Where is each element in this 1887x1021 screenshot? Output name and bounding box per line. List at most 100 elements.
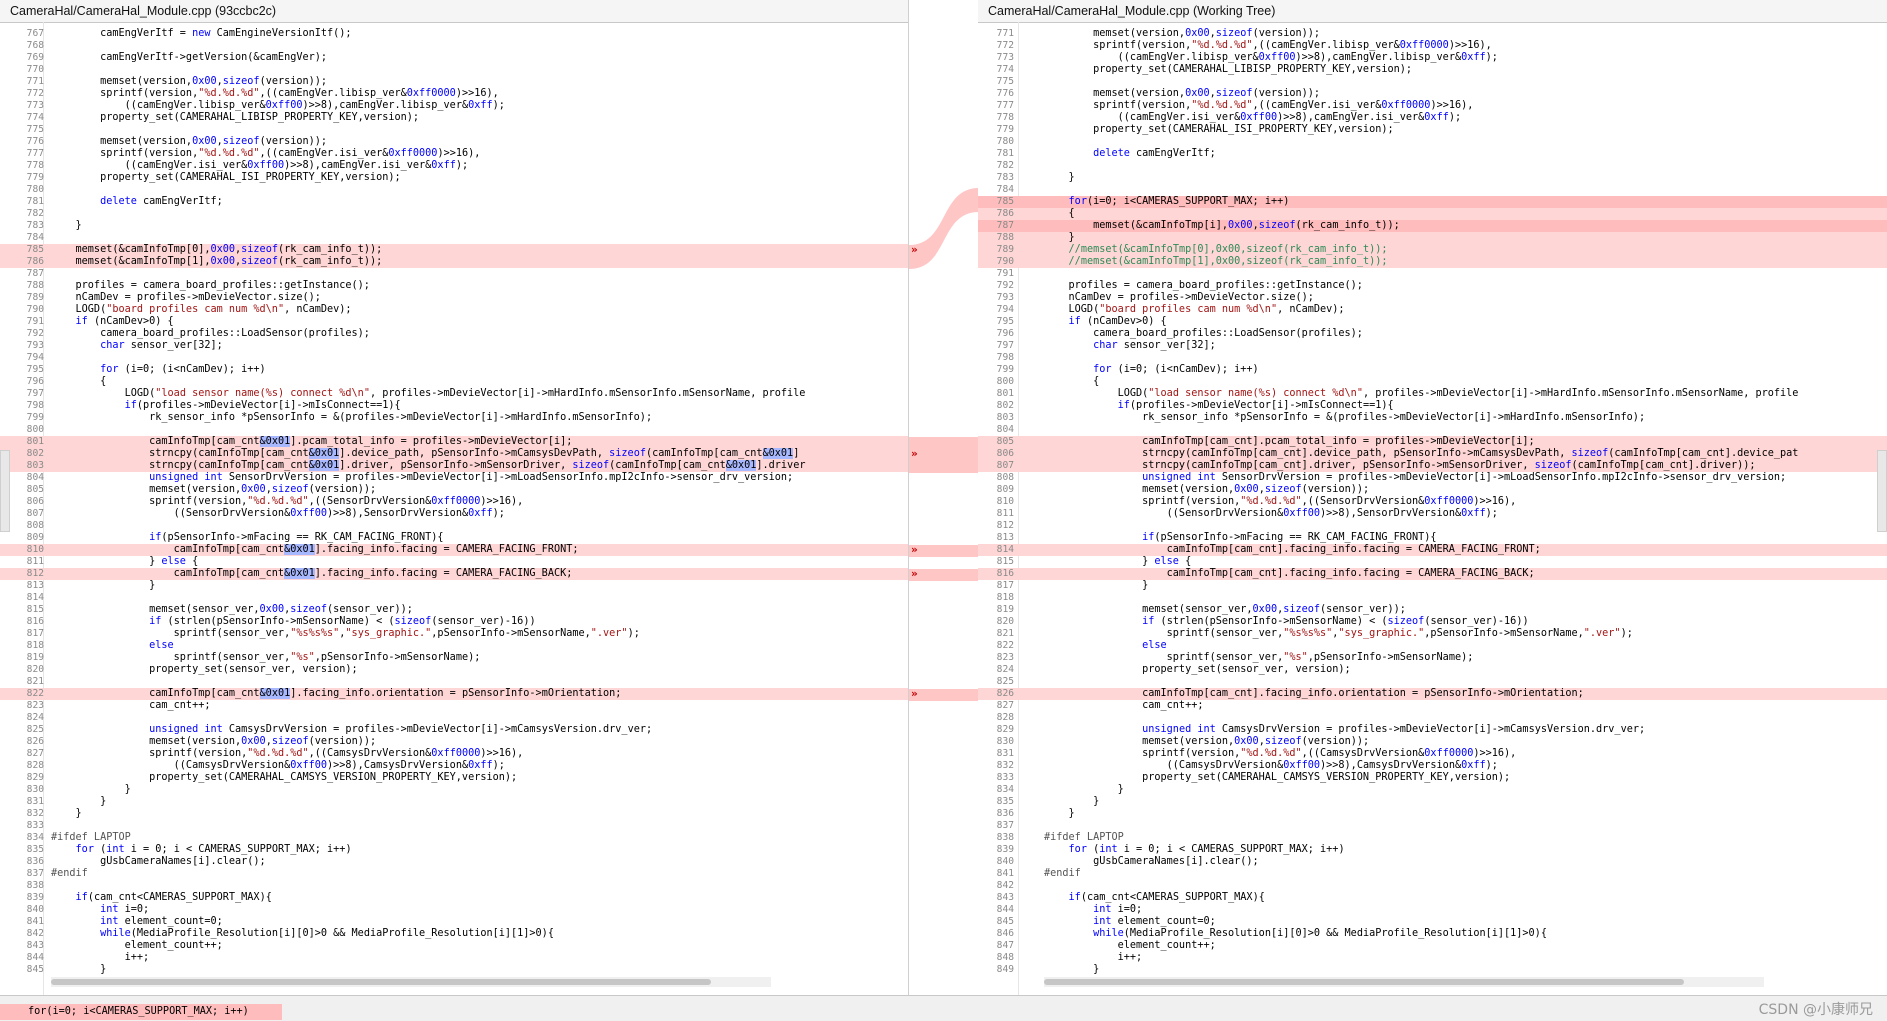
code-line[interactable]: 802 strncpy(camInfoTmp[cam_cnt&0x01].dev… bbox=[0, 448, 908, 460]
code-line[interactable]: 828 bbox=[978, 712, 1887, 724]
code-line[interactable]: 786 { bbox=[978, 208, 1887, 220]
code-line[interactable]: 825 unsigned int CamsysDrvVersion = prof… bbox=[0, 724, 908, 736]
merge-arrow-icon[interactable]: » bbox=[911, 688, 925, 700]
code-line[interactable]: 839 if(cam_cnt<CAMERAS_SUPPORT_MAX){ bbox=[0, 892, 908, 904]
code-line[interactable]: 803 rk_sensor_info *pSensorInfo = &(prof… bbox=[978, 412, 1887, 424]
code-line[interactable]: 801 camInfoTmp[cam_cnt&0x01].pcam_total_… bbox=[0, 436, 908, 448]
code-line[interactable]: 768 bbox=[0, 40, 908, 52]
code-line[interactable]: 823 sprintf(sensor_ver,"%s",pSensorInfo-… bbox=[978, 652, 1887, 664]
code-line[interactable]: 791 bbox=[978, 268, 1887, 280]
code-line[interactable]: 807 strncpy(camInfoTmp[cam_cnt].driver, … bbox=[978, 460, 1887, 472]
code-line[interactable]: 803 strncpy(camInfoTmp[cam_cnt&0x01].dri… bbox=[0, 460, 908, 472]
code-line[interactable]: 798 if(profiles->mDevieVector[i]->mIsCon… bbox=[0, 400, 908, 412]
code-line[interactable]: 812 camInfoTmp[cam_cnt&0x01].facing_info… bbox=[0, 568, 908, 580]
code-line[interactable]: 822 camInfoTmp[cam_cnt&0x01].facing_info… bbox=[0, 688, 908, 700]
code-line[interactable]: 813 if(pSensorInfo->mFacing == RK_CAM_FA… bbox=[978, 532, 1887, 544]
code-line[interactable]: 797 LOGD("load sensor name(%s) connect %… bbox=[0, 388, 908, 400]
code-line[interactable]: 801 LOGD("load sensor name(%s) connect %… bbox=[978, 388, 1887, 400]
code-line[interactable]: 804 bbox=[978, 424, 1887, 436]
right-overview-strip[interactable] bbox=[1877, 450, 1887, 532]
code-line[interactable]: 771 memset(version,0x00,sizeof(version))… bbox=[978, 28, 1887, 40]
code-line[interactable]: 800 bbox=[0, 424, 908, 436]
right-horizontal-scrollbar[interactable] bbox=[1044, 977, 1764, 987]
code-line[interactable]: 770 bbox=[0, 64, 908, 76]
code-line[interactable]: 784 bbox=[978, 184, 1887, 196]
code-line[interactable]: 778 ((camEngVer.isi_ver&0xff00)>>8),camE… bbox=[978, 112, 1887, 124]
code-line[interactable]: 836 } bbox=[978, 808, 1887, 820]
code-line[interactable]: 811 ((SensorDrvVersion&0xff00)>>8),Senso… bbox=[978, 508, 1887, 520]
left-pane[interactable]: CameraHal/CameraHal_Module.cpp (93ccbc2c… bbox=[0, 0, 908, 995]
code-line[interactable]: 836 gUsbCameraNames[i].clear(); bbox=[0, 856, 908, 868]
code-line[interactable]: 790 LOGD("board profiles cam num %d\n", … bbox=[0, 304, 908, 316]
code-line[interactable]: 776 memset(version,0x00,sizeof(version))… bbox=[0, 136, 908, 148]
code-line[interactable]: 835 for (int i = 0; i < CAMERAS_SUPPORT_… bbox=[0, 844, 908, 856]
code-line[interactable]: 809 if(pSensorInfo->mFacing == RK_CAM_FA… bbox=[0, 532, 908, 544]
code-line[interactable]: 808 unsigned int SensorDrvVersion = prof… bbox=[978, 472, 1887, 484]
code-line[interactable]: 849 } bbox=[978, 964, 1887, 976]
code-line[interactable]: 842 while(MediaProfile_Resolution[i][0]>… bbox=[0, 928, 908, 940]
code-line[interactable]: 796 camera_board_profiles::LoadSensor(pr… bbox=[978, 328, 1887, 340]
code-line[interactable]: 794 bbox=[0, 352, 908, 364]
code-line[interactable]: 840 int i=0; bbox=[0, 904, 908, 916]
code-line[interactable]: 833 property_set(CAMERAHAL_CAMSYS_VERSIO… bbox=[978, 772, 1887, 784]
code-line[interactable]: 834 } bbox=[978, 784, 1887, 796]
code-line[interactable]: 774 property_set(CAMERAHAL_LIBISP_PROPER… bbox=[0, 112, 908, 124]
right-pane[interactable]: CameraHal/CameraHal_Module.cpp (Working … bbox=[978, 0, 1887, 995]
merge-arrow-icon[interactable]: » bbox=[911, 448, 925, 460]
code-line[interactable]: 832 } bbox=[0, 808, 908, 820]
code-line[interactable]: 814 camInfoTmp[cam_cnt].facing_info.faci… bbox=[978, 544, 1887, 556]
code-line[interactable]: 791 if (nCamDev>0) { bbox=[0, 316, 908, 328]
code-line[interactable]: 838 bbox=[0, 880, 908, 892]
right-scroll-thumb[interactable] bbox=[1044, 979, 1684, 985]
code-line[interactable]: 838 #ifdef LAPTOP bbox=[978, 832, 1887, 844]
code-line[interactable]: 792 camera_board_profiles::LoadSensor(pr… bbox=[0, 328, 908, 340]
code-line[interactable]: 777 sprintf(version,"%d.%d.%d",((camEngV… bbox=[0, 148, 908, 160]
code-line[interactable]: 816 if (strlen(pSensorInfo->mSensorName)… bbox=[0, 616, 908, 628]
left-code-area[interactable]: 767 camEngVerItf = new CamEngineVersionI… bbox=[0, 28, 908, 976]
code-line[interactable]: 823 cam_cnt++; bbox=[0, 700, 908, 712]
code-line[interactable]: 829 property_set(CAMERAHAL_CAMSYS_VERSIO… bbox=[0, 772, 908, 784]
code-line[interactable]: 796 { bbox=[0, 376, 908, 388]
code-line[interactable]: 792 profiles = camera_board_profiles::ge… bbox=[978, 280, 1887, 292]
code-line[interactable]: 782 bbox=[978, 160, 1887, 172]
code-line[interactable]: 822 else bbox=[978, 640, 1887, 652]
code-line[interactable]: 818 bbox=[978, 592, 1887, 604]
code-line[interactable]: 826 camInfoTmp[cam_cnt].facing_info.orie… bbox=[978, 688, 1887, 700]
code-line[interactable]: 805 camInfoTmp[cam_cnt].pcam_total_info … bbox=[978, 436, 1887, 448]
code-line[interactable]: 819 memset(sensor_ver,0x00,sizeof(sensor… bbox=[978, 604, 1887, 616]
merge-arrow-icon[interactable]: » bbox=[911, 568, 925, 580]
code-line[interactable]: 814 bbox=[0, 592, 908, 604]
code-line[interactable]: 841 #endif bbox=[978, 868, 1887, 880]
code-line[interactable]: 825 bbox=[978, 676, 1887, 688]
code-line[interactable]: 776 memset(version,0x00,sizeof(version))… bbox=[978, 88, 1887, 100]
code-line[interactable]: 837 #endif bbox=[0, 868, 908, 880]
code-line[interactable]: 794 LOGD("board profiles cam num %d\n", … bbox=[978, 304, 1887, 316]
code-line[interactable]: 848 i++; bbox=[978, 952, 1887, 964]
right-code-area[interactable]: 771 memset(version,0x00,sizeof(version))… bbox=[978, 28, 1887, 976]
code-line[interactable]: 806 sprintf(version,"%d.%d.%d",((SensorD… bbox=[0, 496, 908, 508]
code-line[interactable]: 779 property_set(CAMERAHAL_ISI_PROPERTY_… bbox=[978, 124, 1887, 136]
code-line[interactable]: 817 sprintf(sensor_ver,"%s%s%s","sys_gra… bbox=[0, 628, 908, 640]
code-line[interactable]: 844 i++; bbox=[0, 952, 908, 964]
code-line[interactable]: 827 sprintf(version,"%d.%d.%d",((CamsysD… bbox=[0, 748, 908, 760]
code-line[interactable]: 775 bbox=[978, 76, 1887, 88]
code-line[interactable]: 816 camInfoTmp[cam_cnt].facing_info.faci… bbox=[978, 568, 1887, 580]
code-line[interactable]: 790 //memset(&camInfoTmp[1],0x00,sizeof(… bbox=[978, 256, 1887, 268]
code-line[interactable]: 829 unsigned int CamsysDrvVersion = prof… bbox=[978, 724, 1887, 736]
code-line[interactable]: 767 camEngVerItf = new CamEngineVersionI… bbox=[0, 28, 908, 40]
code-line[interactable]: 773 ((camEngVer.libisp_ver&0xff00)>>8),c… bbox=[978, 52, 1887, 64]
code-line[interactable]: 821 bbox=[0, 676, 908, 688]
code-line[interactable]: 787 memset(&camInfoTmp[i],0x00,sizeof(rk… bbox=[978, 220, 1887, 232]
code-line[interactable]: 817 } bbox=[978, 580, 1887, 592]
code-line[interactable]: 808 bbox=[0, 520, 908, 532]
code-line[interactable]: 844 int i=0; bbox=[978, 904, 1887, 916]
code-line[interactable]: 811 } else { bbox=[0, 556, 908, 568]
code-line[interactable]: 780 bbox=[0, 184, 908, 196]
merge-arrow-icon[interactable]: » bbox=[911, 544, 925, 556]
code-line[interactable]: 800 { bbox=[978, 376, 1887, 388]
code-line[interactable]: 833 bbox=[0, 820, 908, 832]
left-scroll-thumb[interactable] bbox=[51, 979, 711, 985]
left-horizontal-scrollbar[interactable] bbox=[51, 977, 771, 987]
code-line[interactable]: 820 if (strlen(pSensorInfo->mSensorName)… bbox=[978, 616, 1887, 628]
code-line[interactable]: 813 } bbox=[0, 580, 908, 592]
